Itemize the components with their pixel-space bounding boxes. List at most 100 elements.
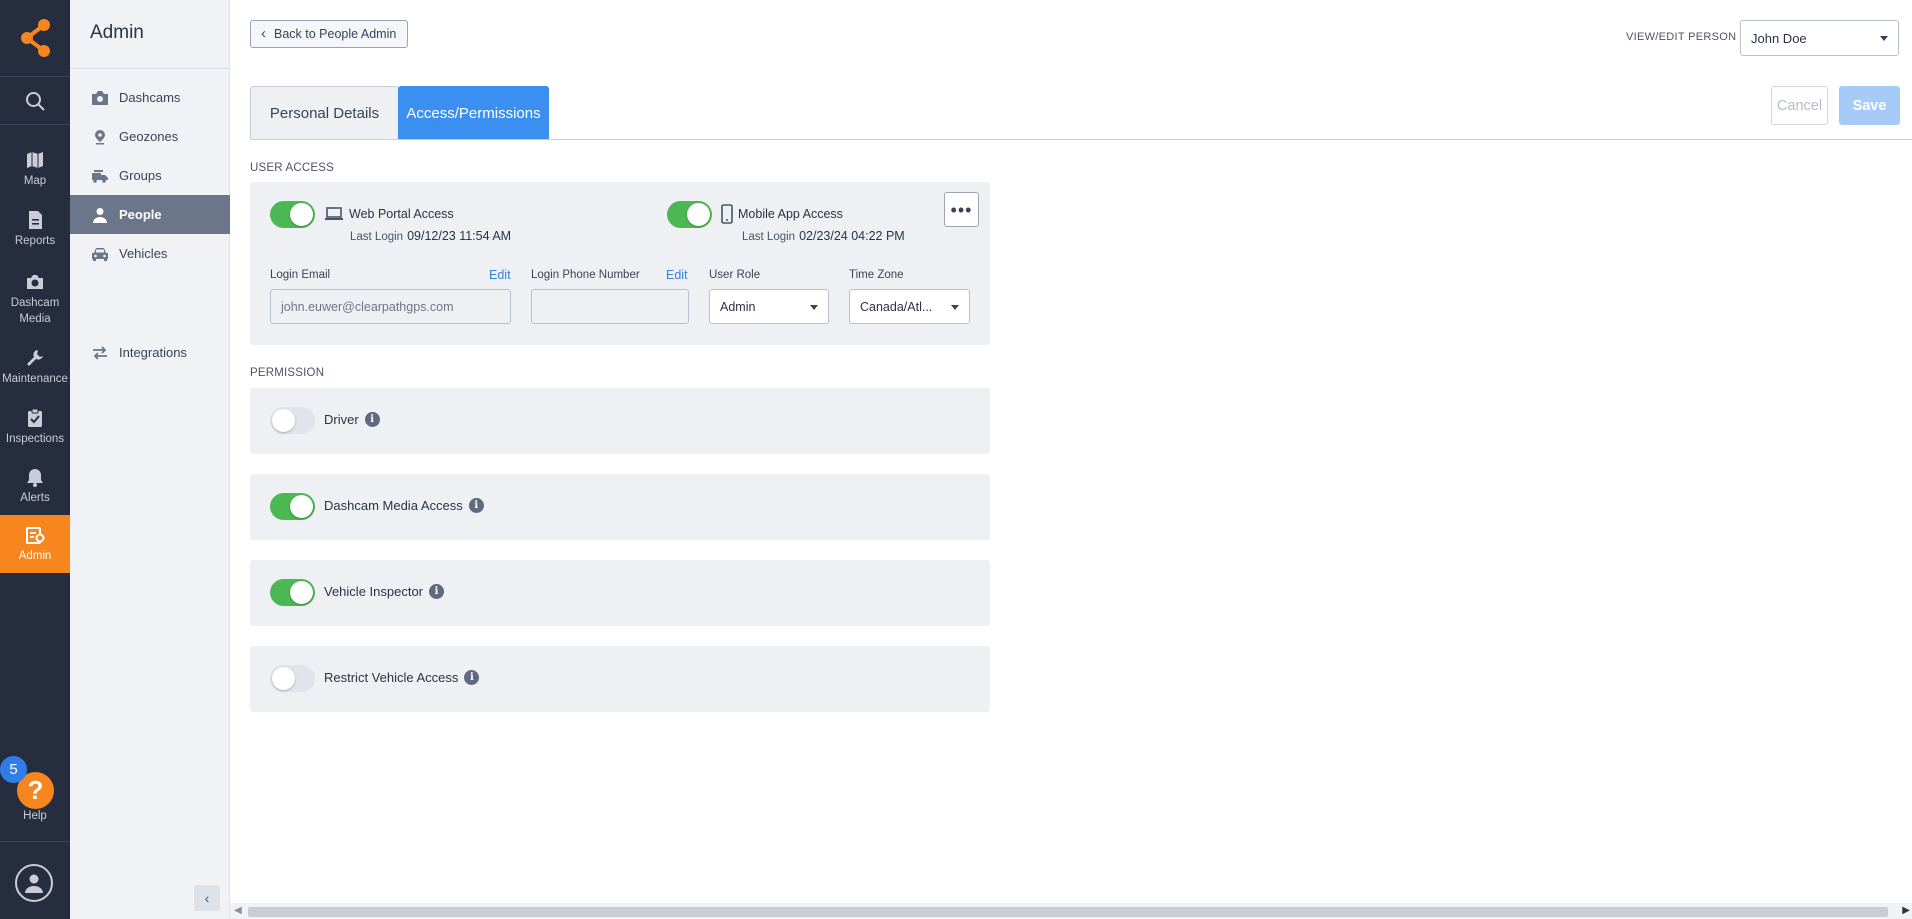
chevron-left-icon: ‹ <box>204 890 210 906</box>
app-root: Map Reports Dashcam Media Maintenance In… <box>0 0 1912 919</box>
mobile-app-access-label: Mobile App Access <box>721 204 843 224</box>
user-icon <box>25 874 43 893</box>
more-options-button[interactable]: ••• <box>944 192 979 227</box>
chevron-down-icon <box>810 304 818 310</box>
camera-icon <box>92 90 108 105</box>
info-icon[interactable]: i <box>468 498 484 513</box>
sidebar-item-label: People <box>119 207 162 222</box>
rail-label-dashcam-media: Dashcam Media <box>10 296 60 325</box>
car-icon <box>92 247 108 261</box>
mobile-app-access-toggle[interactable] <box>667 201 712 228</box>
web-portal-access-label: Web Portal Access <box>324 207 454 221</box>
rail-item-map[interactable]: Map <box>0 145 70 193</box>
sidebar-divider <box>70 68 230 69</box>
rail-item-alerts[interactable]: Alerts <box>0 462 70 510</box>
sidebar-item-label: Vehicles <box>119 246 168 261</box>
login-phone-label: Login Phone Number <box>531 269 640 281</box>
rail-item-search[interactable] <box>0 80 70 124</box>
back-button-label: Back to People Admin <box>274 27 397 41</box>
rail-label-map: Map <box>23 174 47 187</box>
sidebar-item-label: Geozones <box>119 129 179 144</box>
icon-rail: Map Reports Dashcam Media Maintenance In… <box>0 0 70 919</box>
view-edit-person-label: VIEW/EDIT PERSON <box>1626 31 1737 43</box>
tab-label: Personal Details <box>269 105 380 122</box>
rail-label-reports: Reports <box>14 234 56 247</box>
reports-icon <box>29 210 42 229</box>
truck-group-icon <box>92 169 108 183</box>
rail-label-maintenance: Maintenance <box>2 372 68 385</box>
sidebar-item-groups[interactable]: Groups <box>70 156 230 195</box>
sidebar-item-people[interactable]: People <box>70 195 230 234</box>
scroll-right-icon[interactable]: ▶ <box>1902 905 1910 916</box>
permission-heading: PERMISSION <box>250 367 325 379</box>
sidebar-title: Admin <box>90 22 144 43</box>
vehicle-inspector-label: Vehicle Inspector i <box>324 584 445 599</box>
vehicle-inspector-toggle[interactable] <box>270 579 315 606</box>
user-avatar[interactable] <box>15 864 53 902</box>
horizontal-scrollbar[interactable]: ◀ ▶ <box>230 903 1912 919</box>
web-portal-access-toggle[interactable] <box>270 201 315 228</box>
rail-label-alerts: Alerts <box>20 491 50 504</box>
search-icon <box>26 91 45 111</box>
info-icon[interactable]: i <box>464 670 480 685</box>
rail-label-inspections: Inspections <box>5 432 65 445</box>
dashcam-media-access-toggle[interactable] <box>270 493 315 520</box>
web-portal-last-login: Last Login 09/12/23 11:54 AM <box>350 229 512 243</box>
rail-item-dashcam-media[interactable]: Dashcam Media <box>0 268 70 330</box>
tab-access-permissions[interactable]: Access/Permissions <box>398 86 549 140</box>
sidebar-item-integrations[interactable]: Integrations <box>70 333 230 372</box>
rail-item-admin[interactable]: Admin <box>0 515 70 573</box>
permission-row-dashcam-media: Dashcam Media Access i <box>250 474 990 540</box>
permission-row-vehicle-inspector: Vehicle Inspector i <box>250 560 990 626</box>
person-select-value: John Doe <box>1751 30 1807 46</box>
tab-personal-details[interactable]: Personal Details <box>250 86 399 140</box>
main-content: ‹ Back to People Admin VIEW/EDIT PERSON … <box>230 0 1912 919</box>
save-button[interactable]: Save <box>1839 86 1900 125</box>
sidebar-item-label: Dashcams <box>119 90 181 105</box>
info-icon[interactable]: i <box>429 584 445 599</box>
collapse-sidebar-button[interactable]: ‹ <box>194 885 220 911</box>
sidebar-item-dashcams[interactable]: Dashcams <box>70 78 230 117</box>
person-icon <box>93 207 107 223</box>
user-role-select[interactable]: Admin <box>709 289 829 324</box>
rail-item-reports[interactable]: Reports <box>0 205 70 253</box>
laptop-icon <box>325 207 343 220</box>
login-email-edit-link[interactable]: Edit <box>489 268 511 282</box>
restrict-vehicle-access-toggle[interactable] <box>270 665 315 692</box>
chevron-down-icon <box>1880 36 1888 41</box>
restrict-vehicle-access-label: Restrict Vehicle Access i <box>324 670 480 685</box>
permission-row-driver: Driver i <box>250 388 990 454</box>
login-email-field[interactable]: john.euwer@clearpathgps.com <box>270 289 511 324</box>
scroll-left-icon[interactable]: ◀ <box>234 905 242 916</box>
admin-sidebar: Admin Dashcams Geozones Groups People Ve… <box>70 0 230 919</box>
tabs-divider <box>250 139 1912 140</box>
tab-label: Access/Permissions <box>406 105 541 122</box>
back-to-people-button[interactable]: ‹ Back to People Admin <box>250 20 409 48</box>
mobile-app-last-login: Last Login 02/23/24 04:22 PM <box>742 229 905 243</box>
cancel-button[interactable]: Cancel <box>1771 86 1828 125</box>
person-select[interactable]: John Doe <box>1740 20 1899 56</box>
driver-label: Driver i <box>324 412 380 427</box>
rail-item-maintenance[interactable]: Maintenance <box>0 343 70 391</box>
wrench-icon <box>27 349 43 366</box>
driver-toggle[interactable] <box>270 407 315 434</box>
help-label: Help <box>23 810 47 822</box>
ellipsis-icon: ••• <box>950 199 973 220</box>
rail-label-admin: Admin <box>18 549 52 562</box>
sidebar-item-geozones[interactable]: Geozones <box>70 117 230 156</box>
camera-icon <box>27 274 43 289</box>
scrollbar-thumb[interactable] <box>248 907 1888 917</box>
rail-divider <box>0 124 70 125</box>
time-zone-select[interactable]: Canada/Atl... <box>849 289 970 324</box>
rail-divider <box>0 841 70 842</box>
logo-icon[interactable] <box>17 18 53 58</box>
sidebar-item-label: Integrations <box>119 345 187 360</box>
login-email-label: Login Email <box>270 269 331 281</box>
permission-row-restrict-vehicle-access: Restrict Vehicle Access i <box>250 646 990 712</box>
login-phone-field[interactable] <box>531 289 689 324</box>
sidebar-item-vehicles[interactable]: Vehicles <box>70 234 230 273</box>
login-phone-edit-link[interactable]: Edit <box>666 268 688 282</box>
info-icon[interactable]: i <box>364 412 380 427</box>
rail-item-inspections[interactable]: Inspections <box>0 403 70 451</box>
chevron-down-icon <box>951 304 959 310</box>
